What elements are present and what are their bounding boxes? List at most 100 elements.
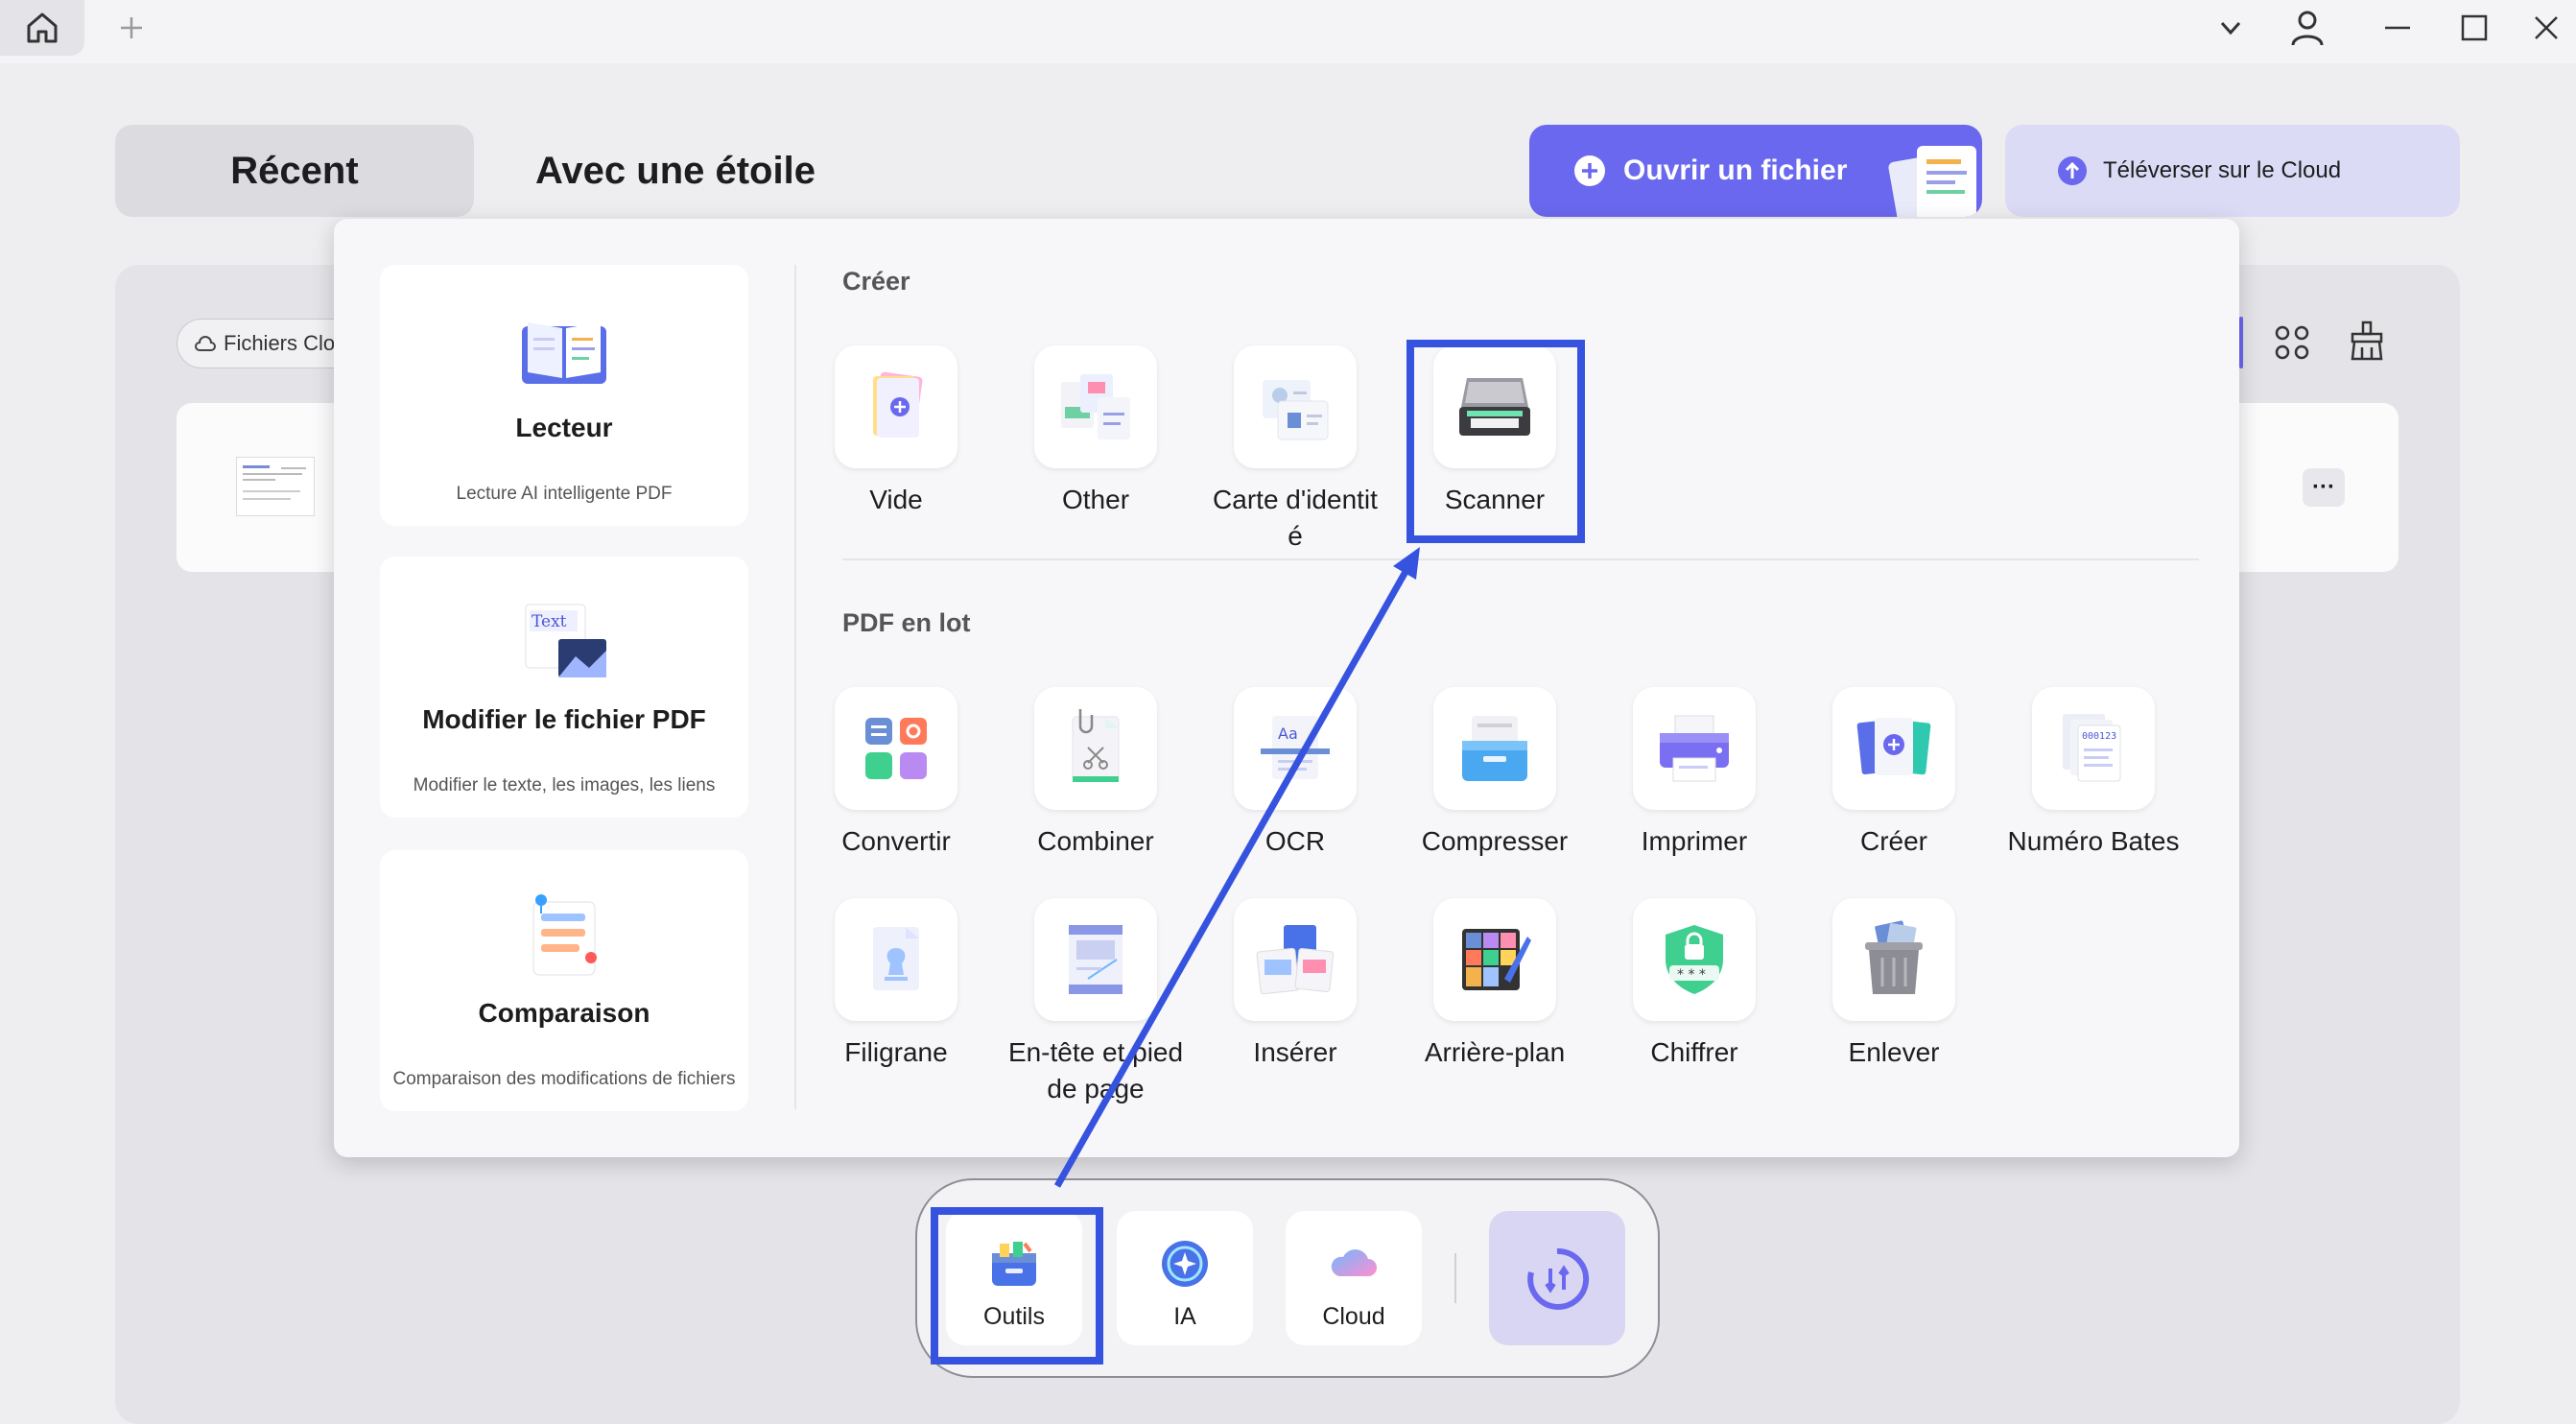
open-file-button[interactable]: Ouvrir un fichier (1529, 125, 1982, 217)
plus-circle-icon (1574, 155, 1605, 186)
document-preview-icon (243, 465, 306, 500)
minimize-button[interactable] (2364, 0, 2431, 56)
svg-text:000123: 000123 (2082, 731, 2116, 742)
tool-blank-label: Vide (869, 485, 923, 514)
tool-encrypt[interactable]: * * * Chiffrer (1595, 898, 1794, 1071)
reader-title: Lecteur (515, 413, 613, 442)
compare-subtitle: Comparaison des modifications de fichier… (392, 1069, 736, 1089)
tool-remove[interactable]: Enlever (1794, 898, 1994, 1071)
tool-create[interactable]: Créer (1794, 687, 1994, 860)
edit-pdf-card[interactable]: Text Modifier le fichier PDF Modifier le… (380, 557, 748, 818)
id-card-icon (1263, 380, 1329, 440)
dock-cloud-button[interactable]: Cloud (1286, 1211, 1422, 1345)
text-icon-label: Text (532, 612, 567, 631)
edit-text-image-icon: Text (525, 604, 606, 677)
tool-print[interactable]: Imprimer (1595, 687, 1794, 860)
tool-id-card[interactable]: Carte d'identit é (1195, 345, 1395, 555)
title-bar (0, 0, 2576, 63)
tool-compress-label: Compresser (1421, 826, 1569, 856)
view-toggle-indicator (2239, 317, 2243, 368)
upload-icon (2058, 156, 2087, 185)
tool-watermark[interactable]: Filigrane (796, 898, 996, 1071)
tool-insert-label: Insérer (1253, 1037, 1337, 1067)
other-templates-icon (1061, 374, 1130, 439)
dock-ai-label: IA (1173, 1303, 1196, 1330)
scanner-highlight-box (1406, 340, 1585, 543)
watermark-icon (873, 927, 919, 990)
more-options-label: ··· (2312, 474, 2335, 500)
tool-compress[interactable]: Compresser (1395, 687, 1595, 860)
new-tab-button[interactable] (98, 0, 165, 56)
tab-recent[interactable]: Récent (115, 125, 474, 217)
tool-blank[interactable]: Vide (796, 345, 996, 518)
svg-text:* * *: * * * (1677, 967, 1706, 983)
trash-icon (1865, 920, 1923, 994)
tool-header-footer-label: En-tête et pied de page (1007, 1037, 1184, 1104)
grid-view-button[interactable] (2270, 320, 2314, 365)
chevron-down-icon (2220, 21, 2241, 36)
tool-print-label: Imprimer (1641, 826, 1748, 856)
broom-icon (2351, 320, 2383, 361)
upload-cloud-label: Téléverser sur le Cloud (2103, 157, 2342, 183)
tab-starred[interactable]: Avec une étoile (535, 125, 815, 217)
tool-bates[interactable]: 000123 Numéro Bates (1994, 687, 2193, 860)
ai-orb-icon (1162, 1241, 1208, 1287)
tool-other-label: Other (1061, 485, 1130, 514)
home-tab[interactable] (0, 0, 84, 56)
svg-text:Aa: Aa (1278, 724, 1298, 743)
ocr-icon: Aa (1261, 716, 1330, 779)
tool-ocr[interactable]: Aa OCR (1195, 687, 1395, 860)
tool-other[interactable]: Other (996, 345, 1195, 518)
create-section-title: Créer (842, 267, 910, 296)
combine-icon (1072, 709, 1120, 782)
dock-sync-button[interactable] (1489, 1211, 1625, 1345)
file-thumbnail (236, 457, 315, 516)
upload-cloud-button[interactable]: Téléverser sur le Cloud (2005, 125, 2460, 217)
cloud-icon (1331, 1249, 1377, 1276)
create-pdf-icon (1856, 718, 1931, 775)
tool-remove-label: Enlever (1848, 1037, 1940, 1067)
user-icon (2291, 11, 2324, 46)
background-palette-icon (1462, 929, 1531, 990)
tool-convert[interactable]: Convertir (796, 687, 996, 860)
home-icon (27, 12, 58, 43)
minimize-icon (2385, 26, 2410, 30)
tools-highlight-box (931, 1207, 1103, 1365)
dock-ai-button[interactable]: IA (1117, 1211, 1253, 1345)
tool-watermark-label: Filigrane (844, 1037, 948, 1067)
plus-icon (121, 17, 142, 38)
maximize-button[interactable] (2441, 0, 2508, 56)
tab-recent-label: Récent (230, 149, 359, 192)
section-divider (842, 558, 2199, 560)
tool-encrypt-label: Chiffrer (1650, 1037, 1738, 1067)
insert-pages-icon (1256, 925, 1335, 995)
compare-icon (532, 894, 597, 976)
compare-title: Comparaison (478, 998, 650, 1028)
tool-bates-label: Numéro Bates (2007, 826, 2180, 856)
reader-subtitle: Lecture AI intelligente PDF (456, 484, 673, 504)
open-file-label: Ouvrir un fichier (1623, 154, 1848, 186)
clear-button[interactable] (2345, 319, 2389, 363)
tab-starred-label: Avec une étoile (535, 149, 815, 192)
tool-combine[interactable]: Combiner (996, 687, 1195, 860)
compress-icon (1462, 716, 1527, 781)
tool-background-label: Arrière-plan (1424, 1037, 1566, 1067)
grid-view-icon (2275, 325, 2309, 360)
compare-card[interactable]: Comparaison Comparaison des modification… (380, 850, 748, 1111)
reader-card[interactable]: Lecteur Lecture AI intelligente PDF (380, 265, 748, 526)
tool-combine-label: Combiner (1037, 826, 1154, 856)
edit-pdf-title: Modifier le fichier PDF (422, 704, 706, 734)
tool-insert[interactable]: Insérer (1195, 898, 1395, 1071)
documents-illustration-icon (1888, 146, 1976, 217)
tool-create-label: Créer (1859, 826, 1927, 856)
convert-icon (865, 718, 927, 779)
dropdown-button[interactable] (2197, 0, 2264, 56)
tool-header-footer[interactable]: En-tête et pied de page (996, 898, 1195, 1107)
cloud-icon (195, 336, 216, 351)
close-button[interactable] (2517, 0, 2575, 56)
more-options-button[interactable]: ··· (2303, 468, 2345, 507)
tool-background[interactable]: Arrière-plan (1395, 898, 1595, 1071)
tool-ocr-label: OCR (1264, 826, 1326, 856)
account-button[interactable] (2274, 0, 2341, 56)
edit-pdf-subtitle: Modifier le texte, les images, les liens (413, 775, 716, 795)
